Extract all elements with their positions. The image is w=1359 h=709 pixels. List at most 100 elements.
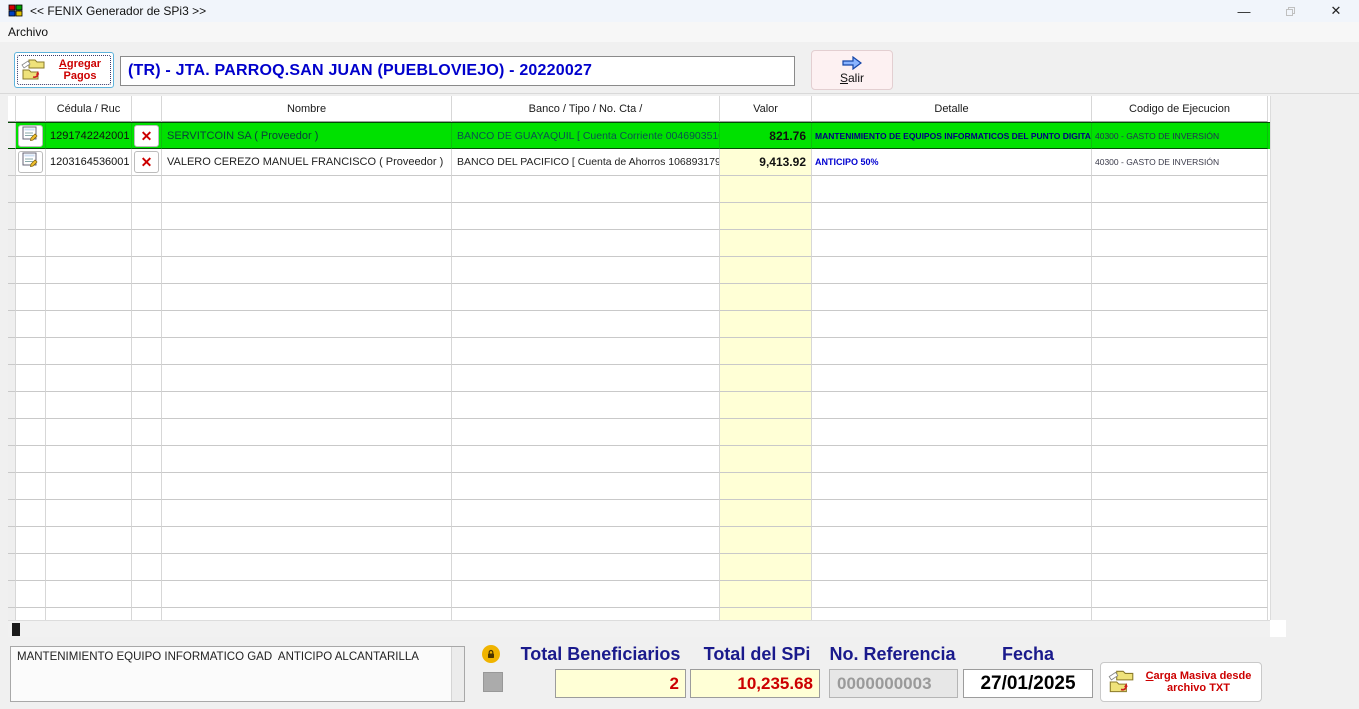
empty-cell: [132, 473, 162, 500]
edit-row-button[interactable]: [18, 151, 43, 173]
salir-label: Salir: [839, 70, 865, 85]
empty-cell: [452, 527, 720, 554]
empty-cell: [452, 311, 720, 338]
empty-cell: [812, 500, 1092, 527]
cedula-cell: 1291742242001: [46, 123, 132, 149]
empty-cell: [720, 311, 812, 338]
empty-cell: [46, 176, 132, 203]
empty-cell: [8, 500, 16, 527]
restore-button[interactable]: [1267, 0, 1313, 22]
empty-cell: [452, 446, 720, 473]
memo-scrollbar[interactable]: [451, 647, 464, 701]
empty-cell: [16, 203, 46, 230]
carga-masiva-button[interactable]: Carga Masiva desde archivo TXT: [1100, 662, 1262, 702]
vertical-scrollbar[interactable]: [1270, 96, 1286, 620]
empty-cell: [452, 365, 720, 392]
empty-cell: [720, 392, 812, 419]
empty-cell: [16, 608, 46, 620]
empty-cell: [162, 608, 452, 620]
empty-cell: [452, 284, 720, 311]
table-row[interactable]: 1291742242001 ✕ SERVITCOIN SA ( Proveedor …: [8, 122, 1270, 149]
status-square[interactable]: [483, 672, 503, 692]
empty-cell: [8, 365, 16, 392]
empty-cell: [162, 500, 452, 527]
empty-cell: [46, 284, 132, 311]
empty-cell: [132, 527, 162, 554]
empty-cell: [812, 311, 1092, 338]
cedula-cell: 1203164536001: [46, 149, 132, 176]
empty-cell: [720, 446, 812, 473]
empty-cell: [812, 230, 1092, 257]
app-icon: [8, 4, 23, 17]
empty-cell: [46, 365, 132, 392]
empty-cell: [162, 176, 452, 203]
lock-icon: [482, 645, 500, 663]
row-gutter: [8, 149, 16, 176]
empty-cell: [812, 257, 1092, 284]
table-row-empty: [8, 365, 1270, 392]
empty-cell: [46, 554, 132, 581]
empty-cell: [1092, 527, 1268, 554]
empty-cell: [720, 473, 812, 500]
menu-item-archivo[interactable]: Archivo: [0, 22, 56, 42]
empty-cell: [720, 257, 812, 284]
table-body: Cédula / Ruc Nombre Banco / Tipo / No. Cta…: [8, 96, 1270, 620]
empty-cell: [720, 176, 812, 203]
empty-cell: [132, 500, 162, 527]
empty-cell: [16, 338, 46, 365]
empty-cell: [8, 392, 16, 419]
memo-textarea[interactable]: MANTENIMIENTO EQUIPO INFORMATICO GAD ANT…: [10, 646, 465, 702]
footer-panel: MANTENIMIENTO EQUIPO INFORMATICO GAD ANT…: [0, 640, 1359, 709]
empty-cell: [1092, 230, 1268, 257]
exit-arrow-icon: [842, 55, 862, 70]
no-referencia-field: 0000000003: [829, 669, 958, 698]
fecha-field[interactable]: 27/01/2025: [963, 669, 1093, 698]
close-button[interactable]: ✕: [1313, 0, 1359, 22]
empty-cell: [1092, 338, 1268, 365]
add-payments-folder-icon: [21, 59, 45, 80]
salir-button[interactable]: Salir: [811, 50, 893, 90]
agregar-pagos-label: Agregar Pagos: [58, 58, 102, 82]
agregar-pagos-button[interactable]: Agregar Pagos: [14, 52, 114, 88]
empty-cell: [1092, 419, 1268, 446]
empty-cell: [46, 446, 132, 473]
empty-cell: [46, 608, 132, 620]
spi-title-field[interactable]: (TR) - JTA. PARROQ.SAN JUAN (PUEBLOVIEJO…: [120, 56, 795, 86]
banco-cell: BANCO DEL PACIFICO [ Cuenta de Ahorros 1…: [452, 149, 720, 176]
delete-row-button[interactable]: ✕: [134, 124, 159, 147]
empty-cell: [162, 338, 452, 365]
empty-cell: [812, 473, 1092, 500]
table-row-empty: [8, 473, 1270, 500]
horizontal-scrollbar-thumb[interactable]: [12, 623, 20, 636]
carga-masiva-label: Carga Masiva desde archivo TXT: [1145, 670, 1252, 694]
horizontal-scrollbar[interactable]: [8, 620, 1270, 637]
empty-cell: [16, 176, 46, 203]
delete-row-button[interactable]: ✕: [134, 151, 159, 173]
valor-cell: 9,413.92: [720, 149, 812, 176]
empty-cell: [1092, 608, 1268, 620]
column-header-cedula-header: Cédula / Ruc: [46, 96, 132, 122]
table-row-empty: [8, 176, 1270, 203]
empty-cell: [46, 257, 132, 284]
codigo-cell: 40300 - GASTO DE INVERSIÓN: [1092, 123, 1268, 149]
table-row[interactable]: 1203164536001 ✕ VALERO CEREZO MANUEL FRANC…: [8, 149, 1270, 176]
edit-row-button[interactable]: [18, 124, 43, 147]
empty-cell: [132, 419, 162, 446]
empty-cell: [720, 581, 812, 608]
empty-cell: [720, 554, 812, 581]
empty-cell: [162, 554, 452, 581]
table-row-empty: [8, 419, 1270, 446]
empty-cell: [162, 473, 452, 500]
empty-cell: [132, 581, 162, 608]
empty-cell: [452, 203, 720, 230]
empty-cell: [8, 338, 16, 365]
table-row-empty: [8, 338, 1270, 365]
empty-cell: [1092, 500, 1268, 527]
detalle-cell: MANTENIMIENTO DE EQUIPOS INFORMATICOS DE…: [812, 123, 1092, 149]
minimize-button[interactable]: —: [1221, 0, 1267, 22]
edit-icon: [22, 152, 39, 172]
empty-cell: [132, 257, 162, 284]
empty-cell: [812, 365, 1092, 392]
empty-cell: [1092, 176, 1268, 203]
empty-cell: [8, 257, 16, 284]
